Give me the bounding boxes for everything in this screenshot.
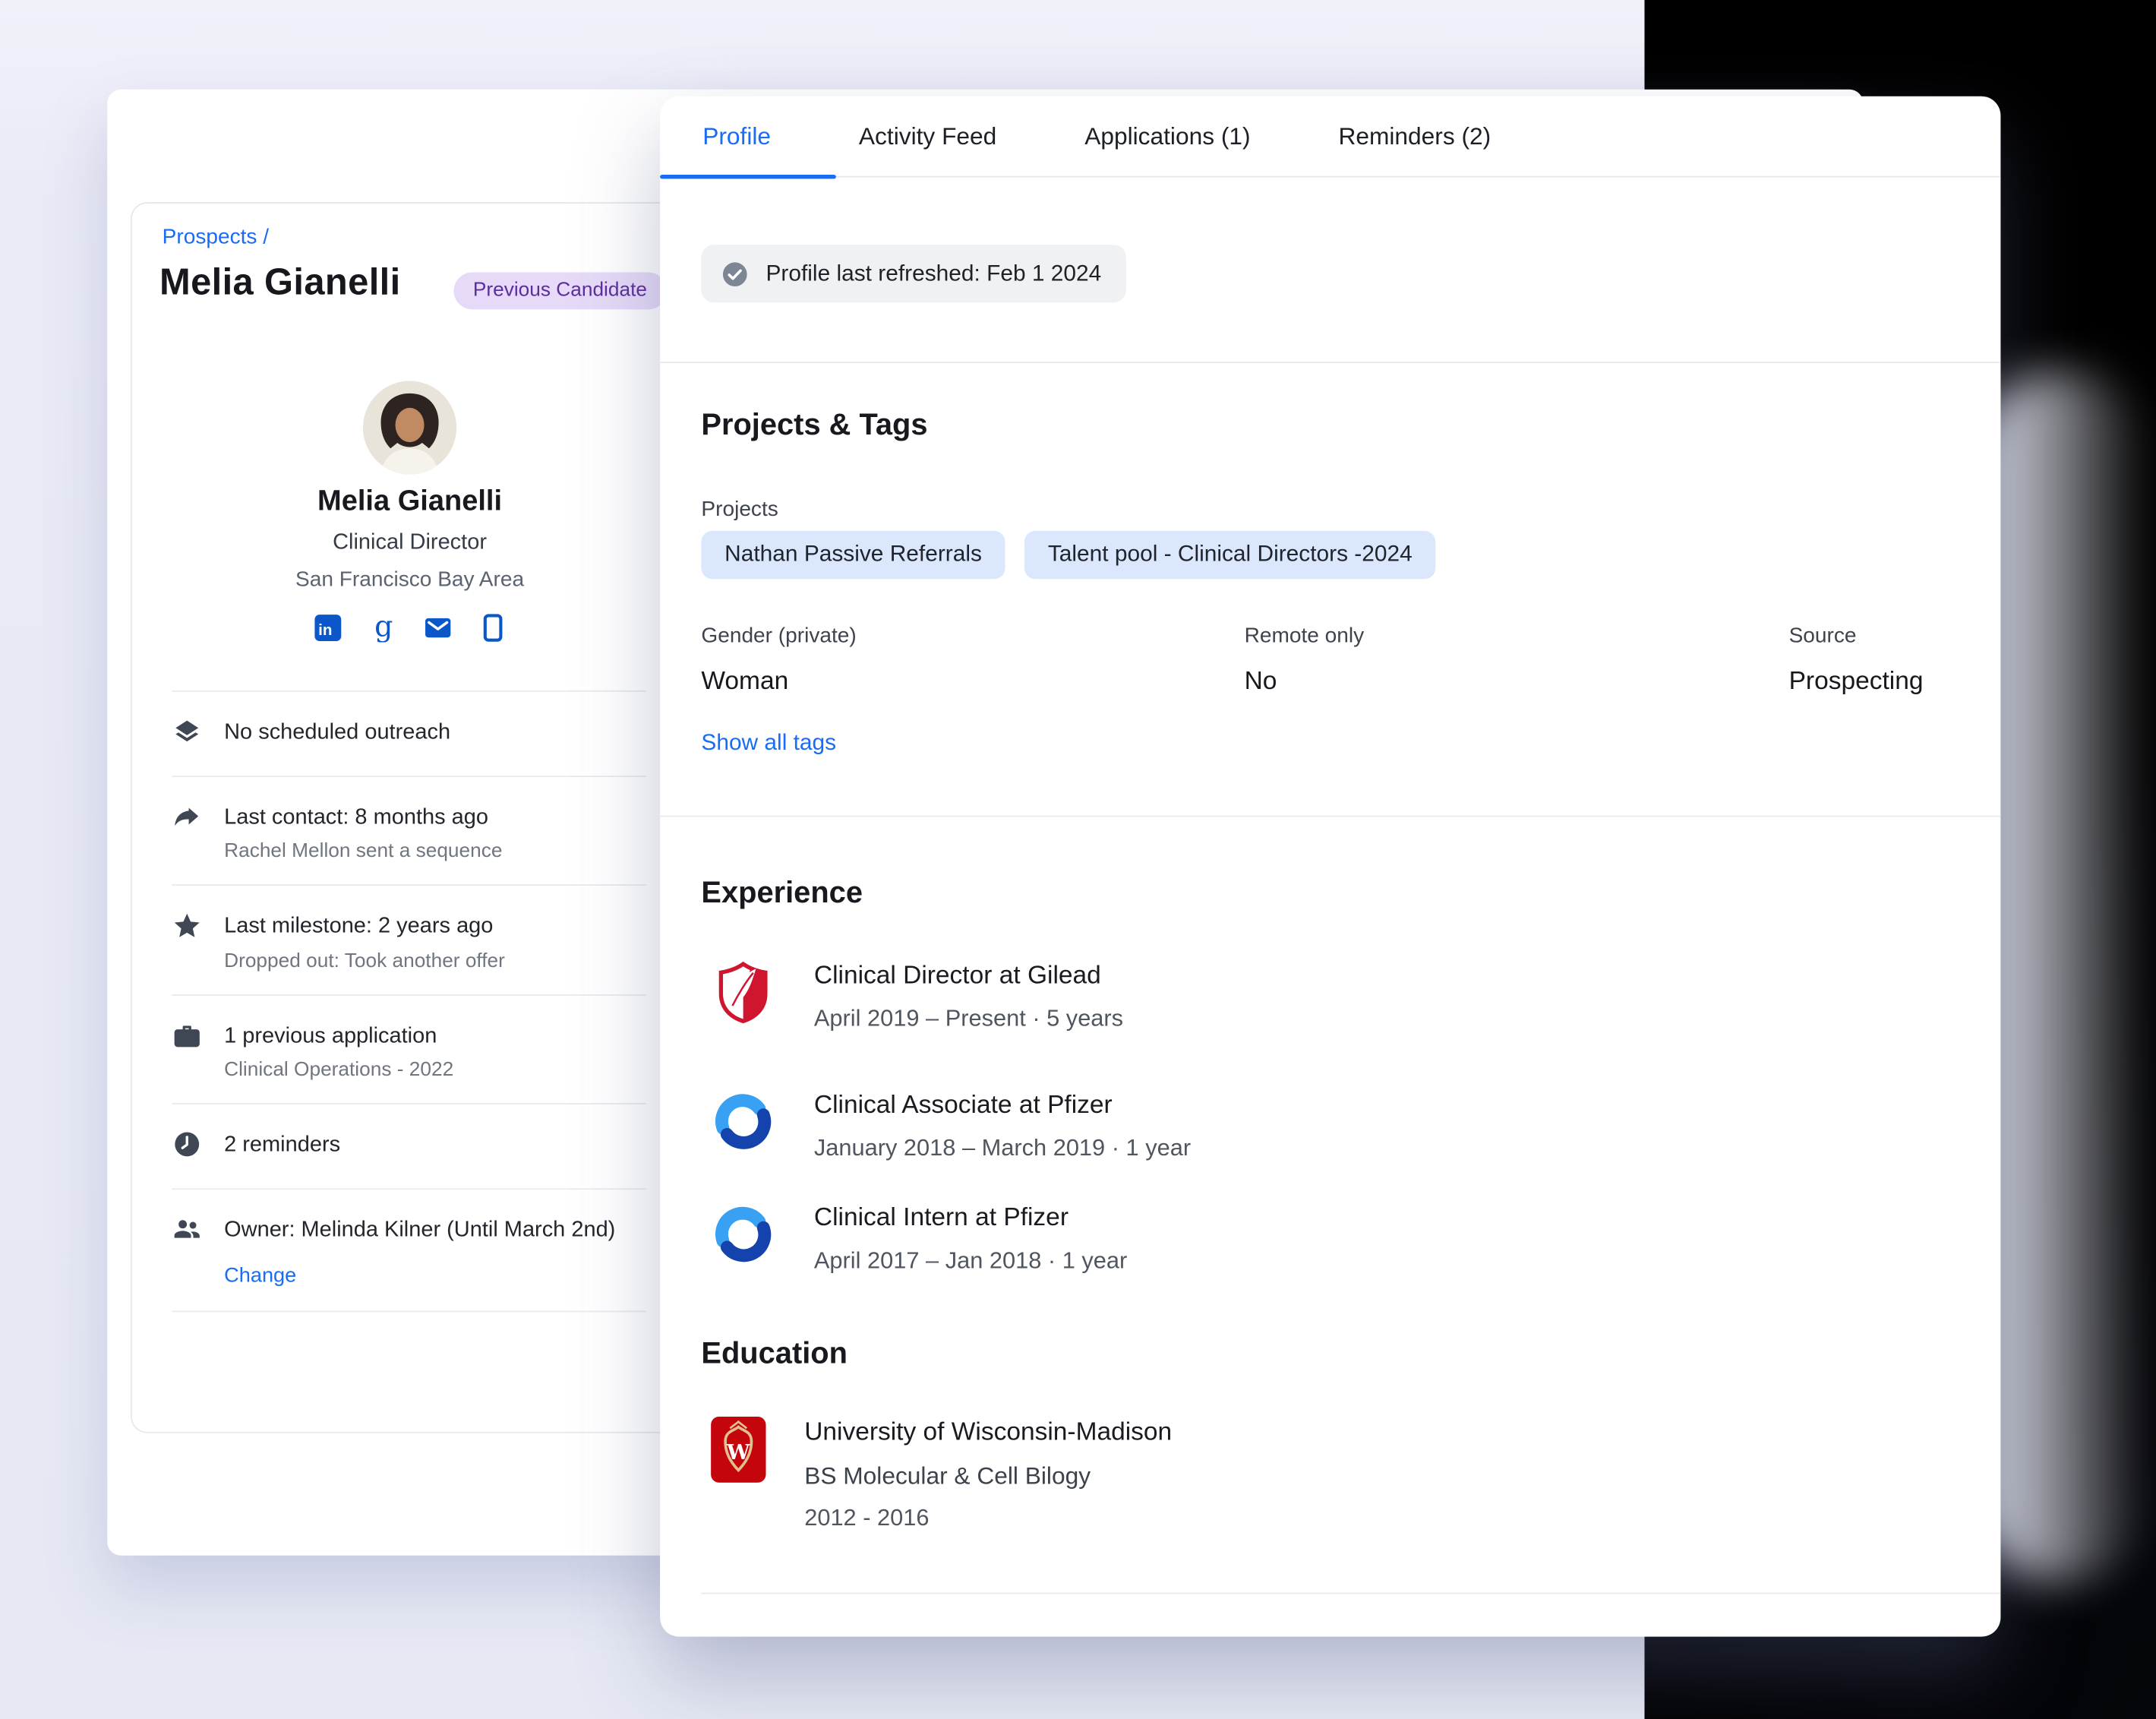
list-item-title: Owner: Melinda Kilner (Until March 2nd) (224, 1213, 615, 1250)
candidate-location: San Francisco Bay Area (149, 568, 671, 593)
experience-item: Clinical Intern at Pfizer April 2017 – J… (711, 1202, 1127, 1275)
field-gender: Gender (private) Woman (701, 624, 1244, 696)
show-all-tags-link[interactable]: Show all tags (701, 730, 836, 756)
list-item-title: Last contact: 8 months ago (224, 801, 502, 837)
experience-title: Clinical Associate at Pfizer (814, 1089, 1191, 1120)
experience-dates: April 2019 – Present · 5 years (814, 1006, 1123, 1033)
candidate-name: Melia Gianelli (149, 485, 671, 518)
list-item-reminders: 2 reminders (172, 1103, 646, 1188)
star-icon (172, 910, 224, 972)
layers-icon (172, 716, 224, 754)
field-label: Gender (private) (701, 624, 1244, 649)
list-item-title: No scheduled outreach (224, 716, 450, 752)
refresh-status: Profile last refreshed: Feb 1 2024 (701, 245, 1125, 302)
experience-item: Clinical Associate at Pfizer January 201… (711, 1089, 1191, 1162)
list-item-title: Last milestone: 2 years ago (224, 910, 505, 946)
project-chips: Nathan Passive Referrals Talent pool - C… (701, 531, 1435, 579)
divider (701, 1593, 2000, 1594)
clock-icon (172, 1128, 224, 1167)
education-dates: 2012 - 2016 (804, 1505, 1172, 1532)
projects-tags-heading: Projects & Tags (701, 407, 927, 443)
tab-bar: Profile Activity Feed Applications (1) R… (660, 96, 2000, 178)
refresh-status-text: Profile last refreshed: Feb 1 2024 (766, 261, 1102, 286)
experience-dates: January 2018 – March 2019 · 1 year (814, 1135, 1191, 1162)
list-item-last-contact: Last contact: 8 months ago Rachel Mellon… (172, 776, 646, 885)
uw-madison-logo: W (711, 1417, 765, 1532)
projects-label: Projects (701, 498, 778, 523)
field-source: Source Prospecting (1789, 624, 1960, 696)
contact-links: in g (149, 614, 671, 643)
active-tab-underline (660, 175, 836, 179)
stage: Prospects / Melia Gianelli Previous Cand… (0, 0, 2156, 1719)
email-icon[interactable] (423, 614, 452, 643)
status-badge: Previous Candidate (453, 272, 666, 309)
project-chip[interactable]: Talent pool - Clinical Directors -2024 (1024, 531, 1435, 579)
tab-applications[interactable]: Applications (1) (1084, 122, 1250, 150)
experience-title: Clinical Intern at Pfizer (814, 1202, 1127, 1232)
tab-profile[interactable]: Profile (702, 122, 771, 150)
forward-arrow-icon (172, 801, 224, 863)
list-item-last-milestone: Last milestone: 2 years ago Dropped out:… (172, 885, 646, 994)
list-item-previous-application: 1 previous application Clinical Operatio… (172, 994, 646, 1104)
linkedin-icon[interactable]: in (313, 614, 342, 643)
candidate-role: Clinical Director (149, 531, 671, 556)
avatar (363, 381, 456, 475)
svg-text:g: g (374, 614, 392, 643)
tag-fields: Gender (private) Woman Remote only No So… (701, 624, 1959, 696)
page-title: Melia Gianelli (159, 261, 401, 304)
gilead-logo (711, 960, 775, 1033)
list-item-subtitle: Rachel Mellon sent a sequence (224, 841, 502, 863)
tab-activity-feed[interactable]: Activity Feed (859, 122, 996, 150)
divider (660, 362, 2000, 363)
list-item-subtitle: Clinical Operations - 2022 (224, 1059, 453, 1081)
list-item-subtitle: Dropped out: Took another offer (224, 950, 505, 972)
svg-text:W: W (726, 1441, 750, 1465)
profile-panel: Profile Activity Feed Applications (1) R… (660, 96, 2000, 1637)
experience-title: Clinical Director at Gilead (814, 960, 1123, 991)
experience-heading: Experience (701, 875, 863, 911)
divider (660, 816, 2000, 817)
project-chip[interactable]: Nathan Passive Referrals (701, 531, 1005, 579)
pfizer-logo (711, 1202, 775, 1275)
list-item-owner: Owner: Melinda Kilner (Until March 2nd) … (172, 1189, 646, 1312)
field-value: No (1245, 665, 1789, 696)
field-label: Source (1789, 624, 1960, 649)
field-label: Remote only (1245, 624, 1789, 649)
list-item-title: 1 previous application (224, 1019, 453, 1055)
degree: BS Molecular & Cell Bilogy (804, 1462, 1172, 1491)
education-heading: Education (701, 1335, 848, 1371)
breadcrumb[interactable]: Prospects / (163, 226, 269, 251)
education-item: W University of Wisconsin-Madison BS Mol… (711, 1417, 1172, 1532)
svg-text:in: in (317, 621, 331, 639)
owner-change-link[interactable]: Change (224, 1263, 296, 1287)
field-value: Woman (701, 665, 1244, 696)
check-circle-icon (721, 259, 750, 288)
pfizer-logo (711, 1089, 775, 1162)
field-remote-only: Remote only No (1245, 624, 1789, 696)
g-icon[interactable]: g (368, 614, 396, 643)
list-item-title: 2 reminders (224, 1128, 340, 1164)
tab-reminders[interactable]: Reminders (2) (1338, 122, 1491, 150)
briefcase-icon (172, 1019, 224, 1081)
experience-dates: April 2017 – Jan 2018 · 1 year (814, 1247, 1127, 1275)
candidate-summary-list: No scheduled outreach Last contact: 8 mo… (172, 690, 646, 1312)
phone-icon[interactable] (478, 614, 507, 643)
list-item-outreach: No scheduled outreach (172, 690, 646, 776)
people-icon (172, 1213, 224, 1288)
experience-item: Clinical Director at Gilead April 2019 –… (711, 960, 1123, 1033)
school-name: University of Wisconsin-Madison (804, 1417, 1172, 1447)
field-value: Prospecting (1789, 665, 1960, 696)
